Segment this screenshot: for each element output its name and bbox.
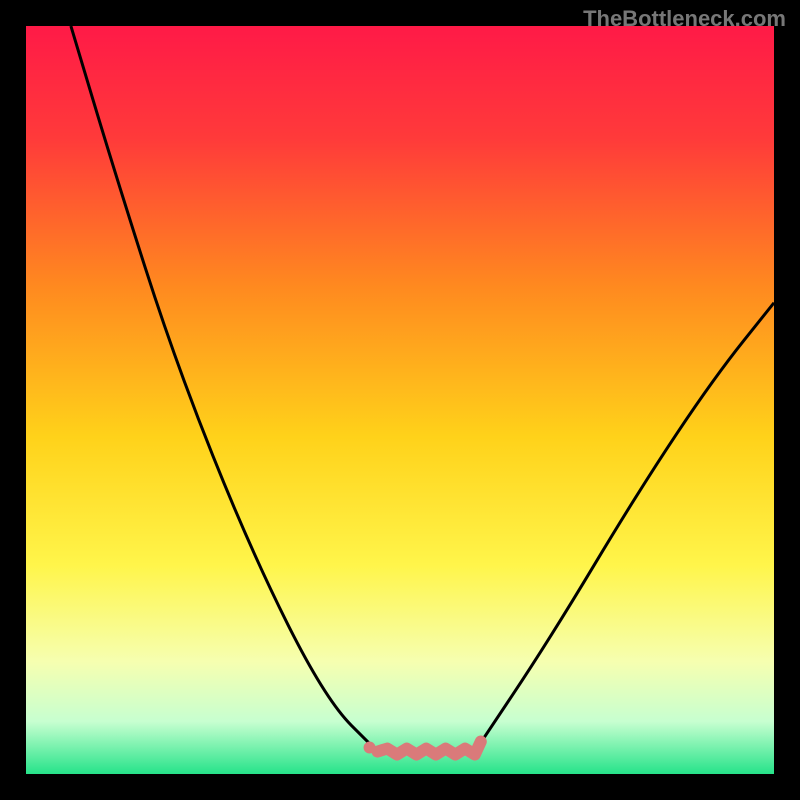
- plot-area: [26, 26, 774, 774]
- watermark-text: TheBottleneck.com: [583, 6, 786, 32]
- chart-frame: TheBottleneck.com: [0, 0, 800, 800]
- bottleneck-optimal-marker: [364, 742, 481, 755]
- curve-layer: [26, 26, 774, 774]
- right-curve: [475, 303, 774, 752]
- left-curve: [71, 26, 378, 752]
